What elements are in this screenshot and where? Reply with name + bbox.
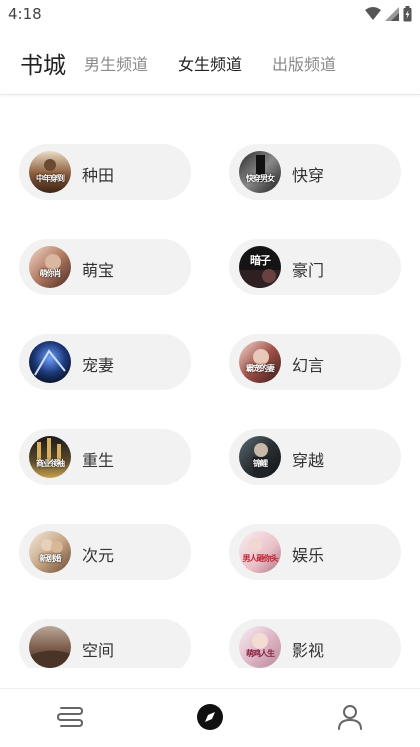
cover-title: 新剧婚 <box>39 554 62 563</box>
category-label: 种田 <box>82 166 115 185</box>
bookshelf-icon <box>55 702 85 732</box>
category-label: 幻言 <box>292 356 325 375</box>
compass-icon <box>195 702 225 732</box>
cover-title: 商业领袖 <box>36 459 65 468</box>
bottom-navigation <box>0 688 420 747</box>
app-header: 书城 男生频道 女生频道 出版频道 <box>0 28 420 95</box>
cover-title: 中年穿到 <box>36 174 65 183</box>
category-card-zhongtian[interactable]: 中年穿到 种田 <box>19 144 191 200</box>
cover-title: 暗子 <box>250 254 271 267</box>
book-cover-image: 霸宠的妻 <box>239 341 281 383</box>
category-card-chongqi[interactable]: 宠妻 <box>19 334 191 390</box>
category-card-yingshi[interactable]: 萌鸡人生 影视 <box>229 619 401 668</box>
category-card-kongjian[interactable]: 空间 <box>19 619 191 668</box>
category-label: 萌宝 <box>82 261 115 280</box>
book-cover-image: 锦鲤 <box>239 436 281 478</box>
tab-publishing-channel[interactable]: 出版频道 <box>272 51 336 75</box>
category-label: 娱乐 <box>292 546 325 565</box>
book-cover-image: 萌鸡人生 <box>239 626 281 668</box>
cover-title: 锦鲤 <box>253 459 268 468</box>
book-cover-image <box>29 341 71 383</box>
status-bar: 4:18 <box>0 0 420 28</box>
category-label: 次元 <box>82 546 115 565</box>
book-cover-image: 萌你肖 <box>29 246 71 288</box>
category-label: 豪门 <box>292 261 325 280</box>
book-cover-image: 新剧婚 <box>29 531 71 573</box>
cover-title: 男人砸你头 <box>242 554 279 563</box>
category-label: 宠妻 <box>82 356 115 375</box>
book-cover-image: 暗子 <box>239 246 281 288</box>
nav-discover[interactable] <box>195 702 225 732</box>
category-label: 重生 <box>82 451 115 470</box>
tab-male-channel[interactable]: 男生频道 <box>84 51 148 75</box>
nav-bookshelf[interactable] <box>55 702 85 732</box>
cover-title: 萌鸡人生 <box>246 649 275 658</box>
category-card-huanyan[interactable]: 霸宠的妻 幻言 <box>229 334 401 390</box>
channel-tabs: 男生频道 女生频道 出版频道 <box>84 51 366 75</box>
category-grid: 中年穿到 种田 快穿男女 快穿 萌你肖 萌宝 暗子 豪门 宠妻 霸宠的妻 幻言 … <box>0 94 420 668</box>
category-card-mengbao[interactable]: 萌你肖 萌宝 <box>19 239 191 295</box>
category-card-ciyuan[interactable]: 新剧婚 次元 <box>19 524 191 580</box>
wifi-icon <box>365 7 381 21</box>
book-cover-image: 快穿男女 <box>239 151 281 193</box>
signal-icon <box>385 7 399 21</box>
category-label: 影视 <box>292 641 325 660</box>
category-label: 穿越 <box>292 451 325 470</box>
category-label: 快穿 <box>292 166 325 185</box>
cover-title: 霸宠的妻 <box>246 364 275 373</box>
book-cover-image: 男人砸你头 <box>239 531 281 573</box>
battery-icon <box>403 6 412 22</box>
profile-icon <box>335 702 365 732</box>
category-label: 空间 <box>82 641 115 660</box>
category-card-yule[interactable]: 男人砸你头 娱乐 <box>229 524 401 580</box>
book-cover-image: 商业领袖 <box>29 436 71 478</box>
page-title: 书城 <box>20 53 66 79</box>
status-icons <box>365 6 412 22</box>
cover-title: 萌你肖 <box>39 269 62 278</box>
book-cover-image <box>29 626 71 668</box>
book-cover-image: 中年穿到 <box>29 151 71 193</box>
cover-title: 快穿男女 <box>246 174 275 183</box>
nav-profile[interactable] <box>335 702 365 732</box>
status-time: 4:18 <box>8 5 42 23</box>
category-card-chongsheng[interactable]: 商业领袖 重生 <box>19 429 191 485</box>
category-card-haomen[interactable]: 暗子 豪门 <box>229 239 401 295</box>
category-card-chuanyue[interactable]: 锦鲤 穿越 <box>229 429 401 485</box>
tab-female-channel[interactable]: 女生频道 <box>178 51 242 75</box>
category-card-kuaichuan[interactable]: 快穿男女 快穿 <box>229 144 401 200</box>
